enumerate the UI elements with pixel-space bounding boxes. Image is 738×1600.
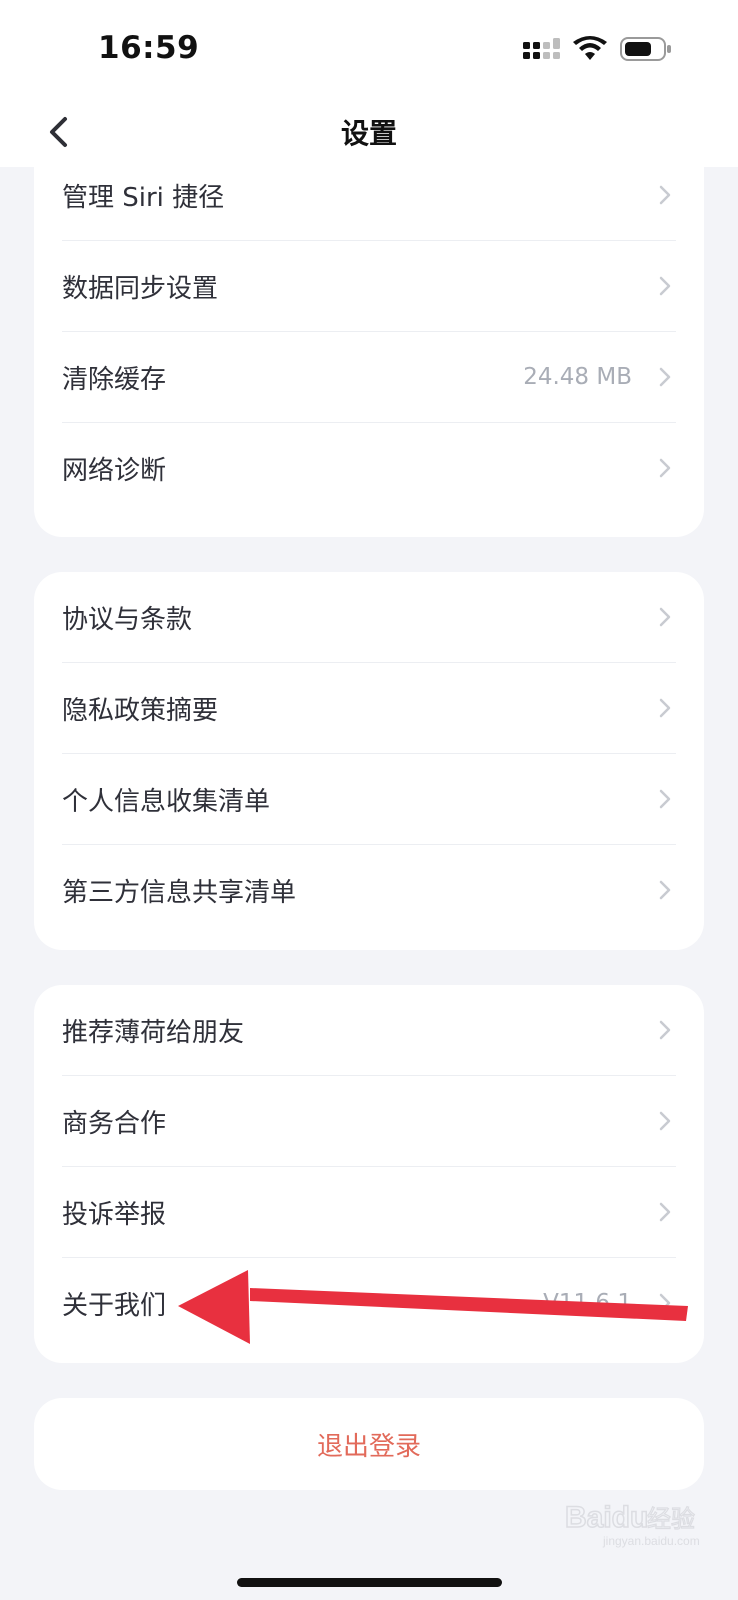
svg-text:经验: 经验: [647, 1505, 695, 1533]
chevron-right-icon: [659, 698, 671, 718]
settings-item-business[interactable]: 商务合作: [62, 1076, 676, 1167]
settings-item-terms[interactable]: 协议与条款: [62, 572, 676, 663]
settings-item-label: 推荐薄荷给朋友: [62, 1017, 245, 1048]
cellular-signal-icon: [523, 38, 560, 59]
settings-item-siri-shortcuts[interactable]: 管理 Siri 捷径: [62, 150, 676, 241]
settings-item-label: 网络诊断: [62, 455, 167, 486]
settings-item-label: 关于我们: [62, 1290, 167, 1321]
chevron-right-icon: [659, 1293, 671, 1313]
chevron-right-icon: [659, 185, 671, 205]
status-time: 16:59: [98, 30, 200, 66]
settings-item-label: 清除缓存: [62, 364, 167, 395]
logout-label: 退出登录: [316, 1431, 421, 1462]
wifi-icon: [573, 36, 607, 60]
logout-button[interactable]: 退出登录: [34, 1398, 704, 1490]
chevron-right-icon: [659, 458, 671, 478]
settings-item-label: 商务合作: [62, 1108, 167, 1139]
chevron-right-icon: [659, 1111, 671, 1131]
settings-item-data-sync[interactable]: 数据同步设置: [62, 241, 676, 332]
settings-item-report[interactable]: 投诉举报: [62, 1167, 676, 1258]
svg-text:Baidu: Baidu: [565, 1501, 648, 1534]
settings-item-label: 协议与条款: [62, 604, 193, 635]
settings-item-label: 投诉举报: [62, 1199, 167, 1230]
settings-item-third-party-sharing[interactable]: 第三方信息共享清单: [62, 845, 676, 935]
settings-item-label: 第三方信息共享清单: [62, 877, 297, 908]
baidu-watermark-logo: Baidu 经验 jingyan.baidu.com: [555, 1495, 715, 1550]
status-bar: 16:59: [0, 0, 738, 100]
settings-item-recommend[interactable]: 推荐薄荷给朋友: [62, 985, 676, 1076]
chevron-right-icon: [659, 880, 671, 900]
chevron-right-icon: [659, 607, 671, 627]
settings-item-label: 个人信息收集清单: [62, 786, 271, 817]
settings-item-privacy-summary[interactable]: 隐私政策摘要: [62, 663, 676, 754]
chevron-right-icon: [659, 367, 671, 387]
settings-item-personal-info-list[interactable]: 个人信息收集清单: [62, 754, 676, 845]
settings-item-clear-cache[interactable]: 清除缓存 24.48 MB: [62, 332, 676, 423]
battery-icon: [620, 37, 671, 61]
settings-item-label: 隐私政策摘要: [62, 695, 219, 726]
settings-group-system: 管理 Siri 捷径 数据同步设置 清除缓存 24.48 MB 网络诊断: [34, 150, 704, 537]
chevron-right-icon: [659, 1020, 671, 1040]
page-title: 设置: [340, 117, 397, 150]
svg-text:jingyan.baidu.com: jingyan.baidu.com: [602, 1534, 700, 1548]
settings-group-about: 推荐薄荷给朋友 商务合作 投诉举报 关于我们 V11.6.1: [34, 985, 704, 1363]
settings-item-about-us[interactable]: 关于我们 V11.6.1: [62, 1258, 676, 1348]
settings-item-network-diagnosis[interactable]: 网络诊断: [62, 423, 676, 513]
cache-size-value: 24.48 MB: [523, 364, 632, 390]
chevron-right-icon: [659, 789, 671, 809]
settings-item-label: 数据同步设置: [62, 273, 219, 304]
app-version-value: V11.6.1: [543, 1290, 632, 1316]
chevron-right-icon: [659, 276, 671, 296]
home-indicator: [237, 1578, 502, 1587]
chevron-right-icon: [659, 1202, 671, 1222]
settings-item-label: 管理 Siri 捷径: [62, 182, 225, 213]
settings-group-legal: 协议与条款 隐私政策摘要 个人信息收集清单 第三方信息共享清单: [34, 572, 704, 950]
